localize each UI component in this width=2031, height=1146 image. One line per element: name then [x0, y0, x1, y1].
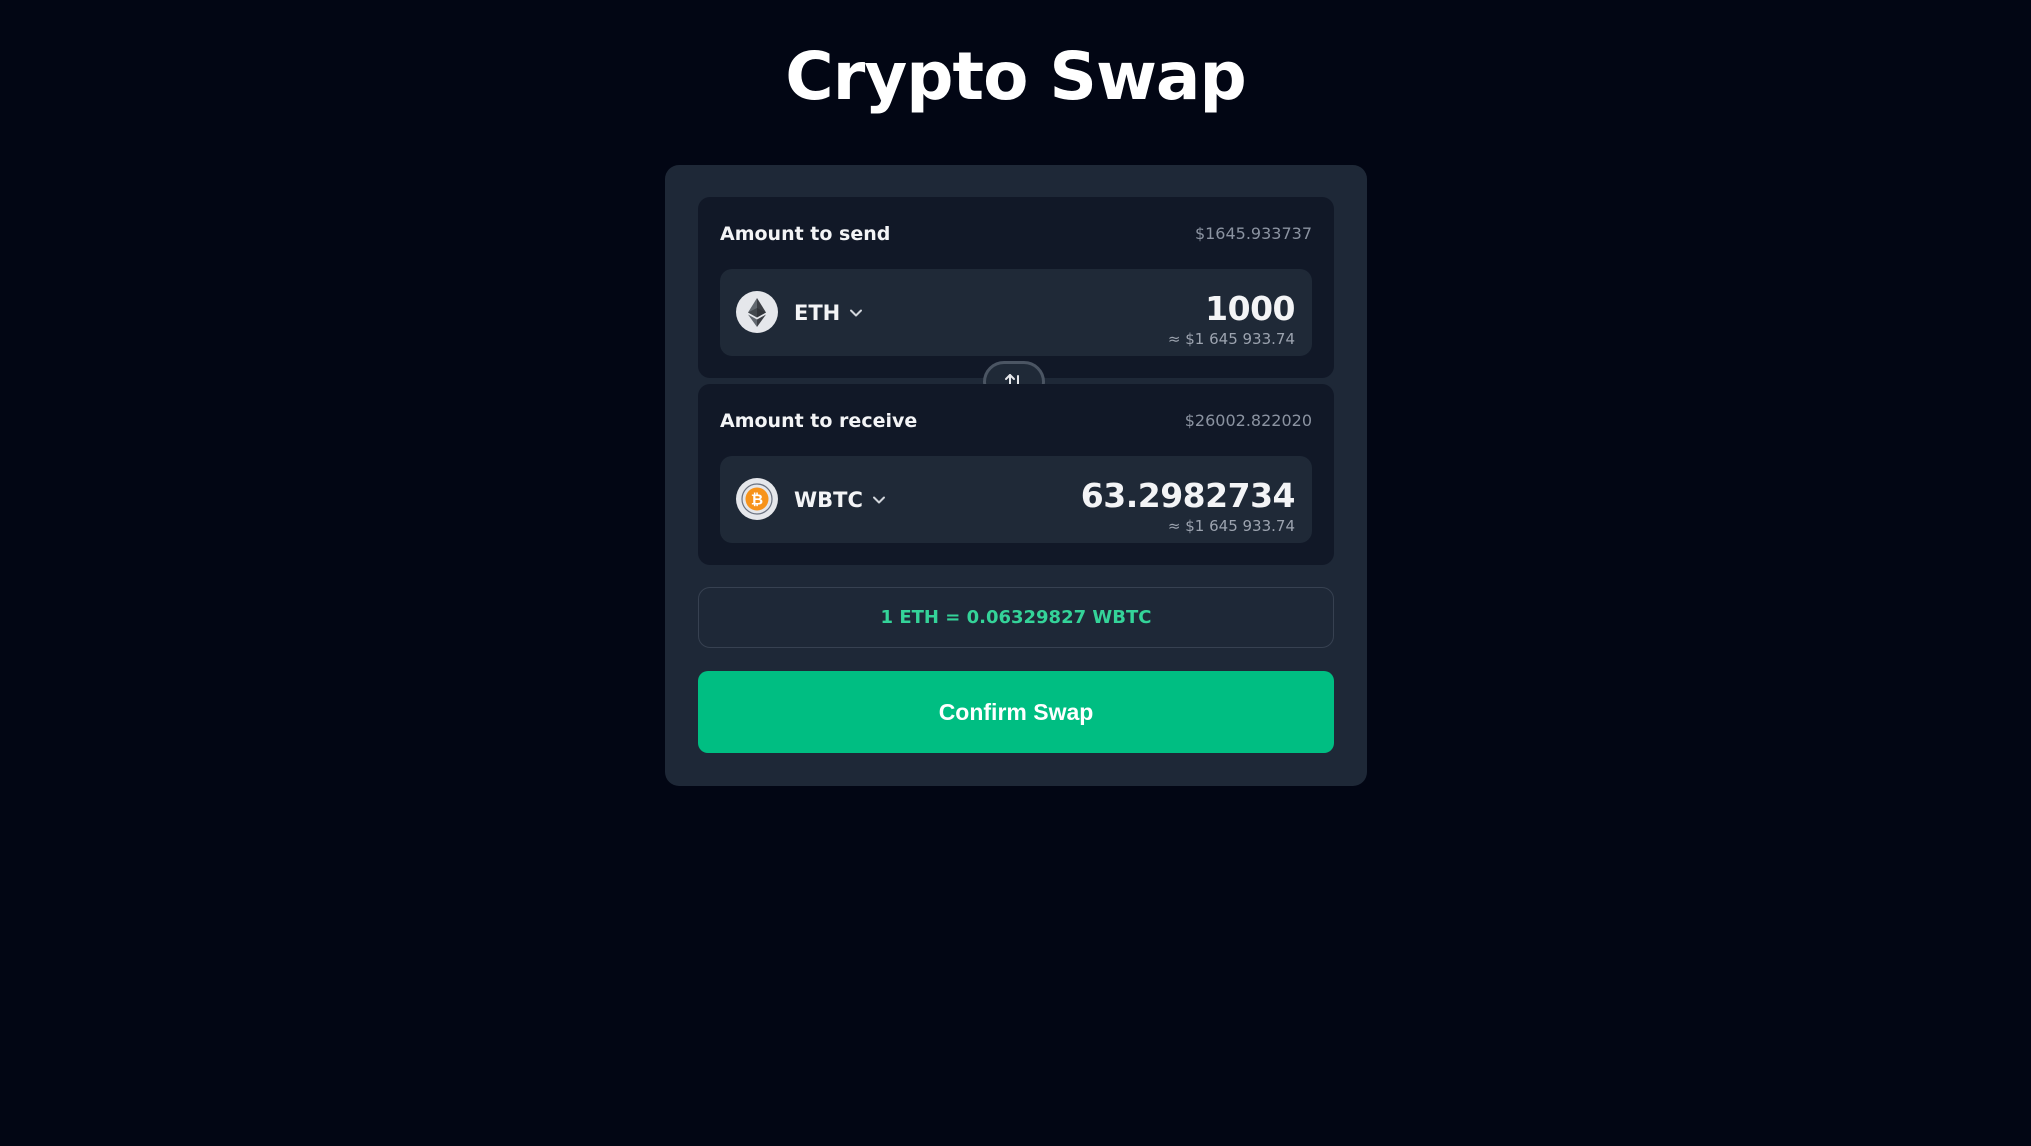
exchange-rate-box: 1 ETH = 0.06329827 WBTC: [698, 587, 1334, 648]
receive-amount-usd: ≈ $1 645 933.74: [1167, 517, 1295, 535]
send-token-selector[interactable]: ETH: [794, 296, 864, 330]
page-title: Crypto Swap: [785, 38, 1246, 115]
send-token-row: ETH 1000 ≈ $1 645 933.74: [720, 269, 1312, 356]
svg-text:₿: ₿: [751, 491, 763, 509]
send-panel: Amount to send $1645.933737 ETH 1000 ≈ $…: [698, 197, 1334, 378]
confirm-swap-label: Confirm Swap: [938, 698, 1094, 725]
receive-balance-usd: $26002.822020: [1184, 411, 1312, 430]
receive-token-row: ₿ WBTC 63.2982734 ≈ $1 645 933.74: [720, 456, 1312, 543]
send-amount-usd: ≈ $1 645 933.74: [1167, 330, 1295, 348]
chevron-down-icon: [850, 309, 863, 317]
receive-panel: Amount to receive $26002.822020 ₿ WBTC 6…: [698, 384, 1334, 565]
send-amount-input[interactable]: 1000: [1205, 289, 1295, 328]
chevron-down-icon: [872, 496, 885, 504]
send-label: Amount to send: [720, 223, 891, 245]
send-token-symbol: ETH: [794, 301, 841, 325]
bitcoin-icon: ₿: [736, 478, 778, 520]
exchange-rate-text: 1 ETH = 0.06329827 WBTC: [880, 607, 1152, 628]
receive-amount: 63.2982734: [1080, 476, 1296, 515]
confirm-swap-button[interactable]: Confirm Swap: [698, 671, 1334, 753]
send-balance-usd: $1645.933737: [1194, 224, 1312, 243]
receive-label: Amount to receive: [720, 410, 918, 432]
ethereum-icon: [736, 291, 778, 333]
swap-card: Amount to send $1645.933737 ETH 1000 ≈ $…: [665, 165, 1367, 786]
receive-token-selector[interactable]: WBTC: [794, 483, 887, 517]
receive-token-symbol: WBTC: [794, 488, 863, 512]
